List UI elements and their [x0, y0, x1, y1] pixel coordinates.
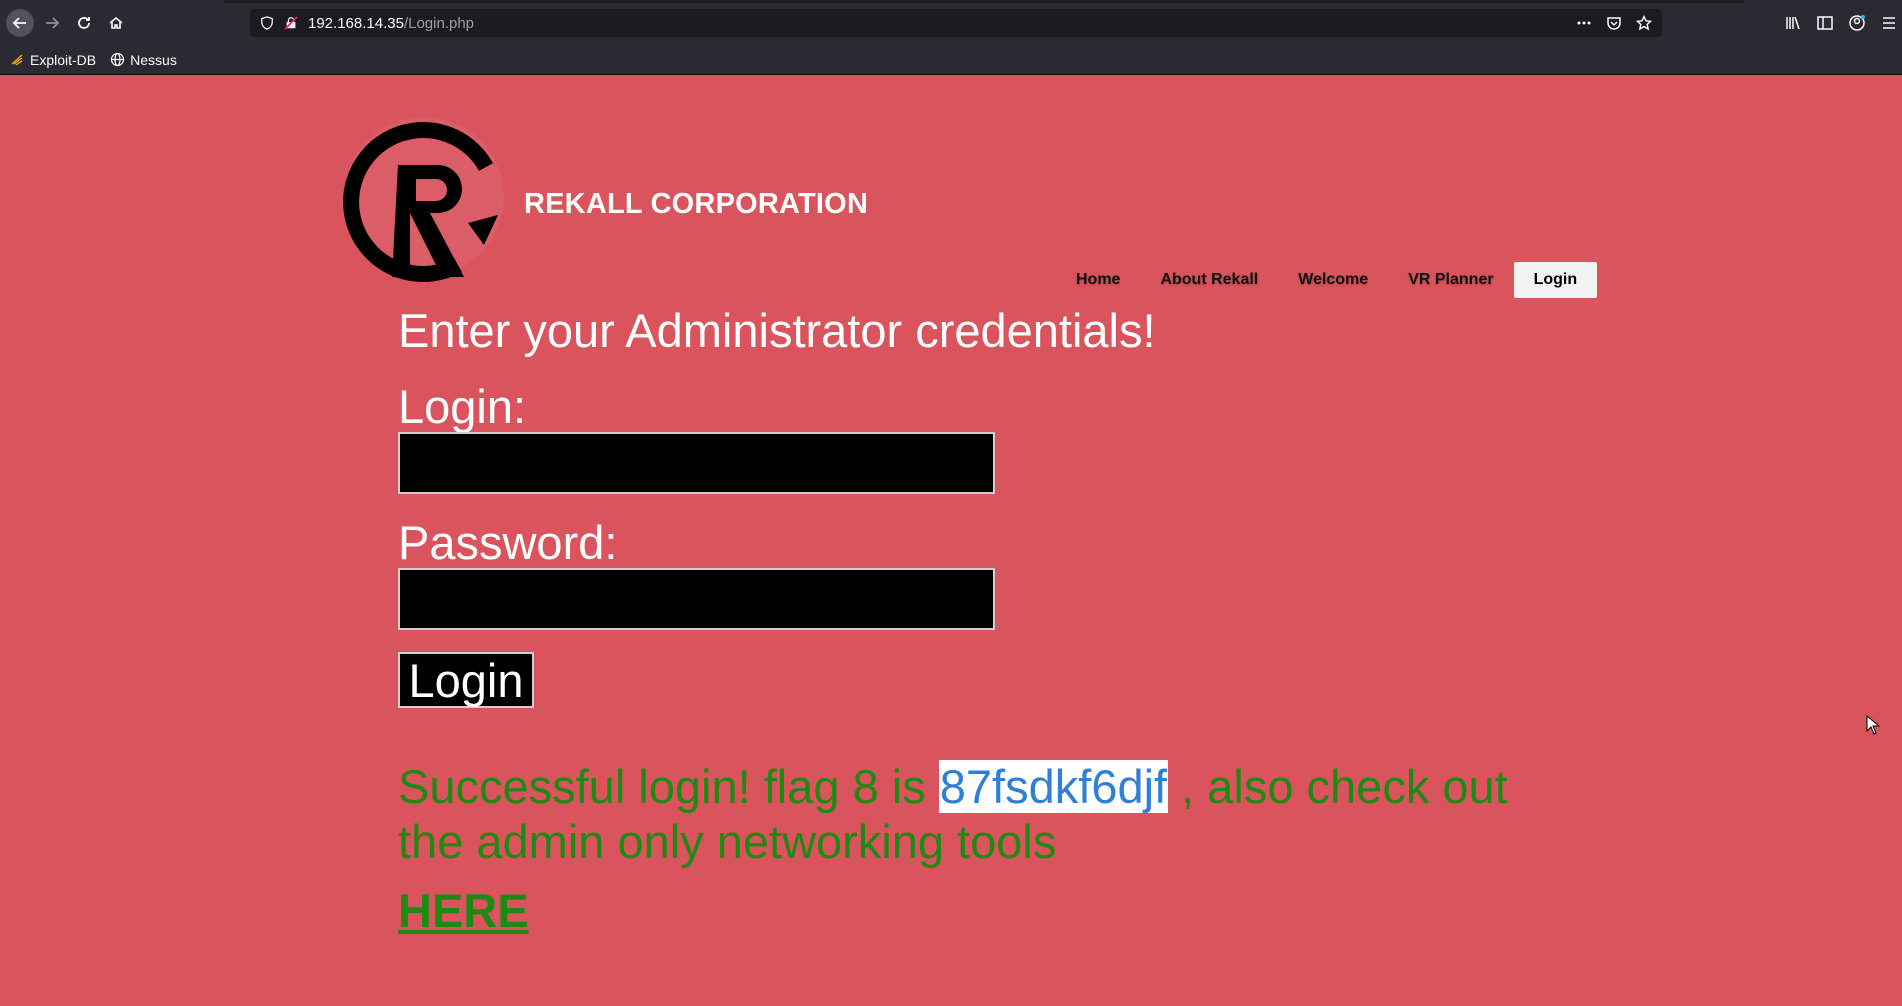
bookmark-label: Exploit-DB — [30, 51, 97, 68]
login-label: Login: — [398, 380, 527, 433]
bookmarks-bar: Exploit-DB Nessus — [0, 45, 1902, 75]
mouse-cursor-icon — [1866, 715, 1880, 735]
rekall-logo — [343, 117, 504, 283]
nav-login[interactable]: Login — [1513, 262, 1598, 298]
password-input[interactable] — [398, 568, 995, 630]
brand-name: REKALL CORPORATION — [524, 188, 869, 220]
url-path: /Login.php — [403, 14, 475, 32]
exploit-db-icon — [11, 54, 23, 66]
login-input[interactable] — [398, 432, 995, 494]
library-icon[interactable] — [1784, 14, 1802, 32]
nav-welcome[interactable]: Welcome — [1278, 262, 1388, 298]
account-icon[interactable] — [1848, 14, 1866, 32]
page-actions-icon[interactable] — [1576, 15, 1592, 31]
flag-value: 87fsdkf6djf — [938, 760, 1169, 813]
nav-about-rekall[interactable]: About Rekall — [1140, 262, 1278, 298]
bookmark-star-icon[interactable] — [1636, 15, 1652, 31]
bookmark-nessus[interactable]: Nessus — [110, 52, 177, 68]
nav-home[interactable]: Home — [1056, 262, 1140, 298]
nav-vr-planner[interactable]: VR Planner — [1388, 262, 1513, 298]
main-nav: Home About Rekall Welcome VR Planner Log… — [1056, 262, 1598, 298]
sidebar-icon[interactable] — [1816, 14, 1834, 32]
menu-icon[interactable] — [1880, 14, 1898, 32]
form-heading-container: Enter your Administrator credentials! — [398, 311, 1298, 361]
insecure-lock-icon — [284, 15, 300, 31]
bookmark-label: Nessus — [130, 51, 177, 68]
forward-button[interactable] — [38, 9, 66, 37]
password-label: Password: — [398, 516, 618, 569]
login-result-message: Successful login! flag 8 is 87fsdkf6djf … — [398, 759, 1508, 869]
shield-icon — [260, 15, 276, 31]
arrow-left-icon — [12, 17, 26, 29]
globe-icon — [111, 52, 125, 67]
bookmark-exploit-db[interactable]: Exploit-DB — [10, 52, 96, 68]
reload-icon — [78, 17, 90, 29]
url-host: 192.168.14.35 — [308, 14, 404, 32]
login-submit-button[interactable]: Login — [398, 652, 534, 708]
networking-tools-link[interactable]: HERE — [398, 883, 529, 938]
form-heading: Enter your Administrator credentials! — [398, 311, 1156, 357]
pocket-icon[interactable] — [1606, 15, 1622, 31]
page-content: REKALL CORPORATION Home About Rekall Wel… — [0, 75, 1902, 1006]
browser-toolbar: 192.168.14.35/Login.php — [0, 0, 1902, 45]
home-icon — [109, 16, 123, 29]
address-bar[interactable]: 192.168.14.35/Login.php — [250, 9, 1662, 37]
reload-button[interactable] — [70, 9, 98, 37]
tab-strip-accent — [224, 0, 1744, 3]
result-prefix: Successful login! flag 8 is — [398, 760, 939, 813]
back-button[interactable] — [6, 9, 34, 37]
home-button[interactable] — [102, 9, 130, 37]
arrow-right-icon — [46, 17, 60, 29]
